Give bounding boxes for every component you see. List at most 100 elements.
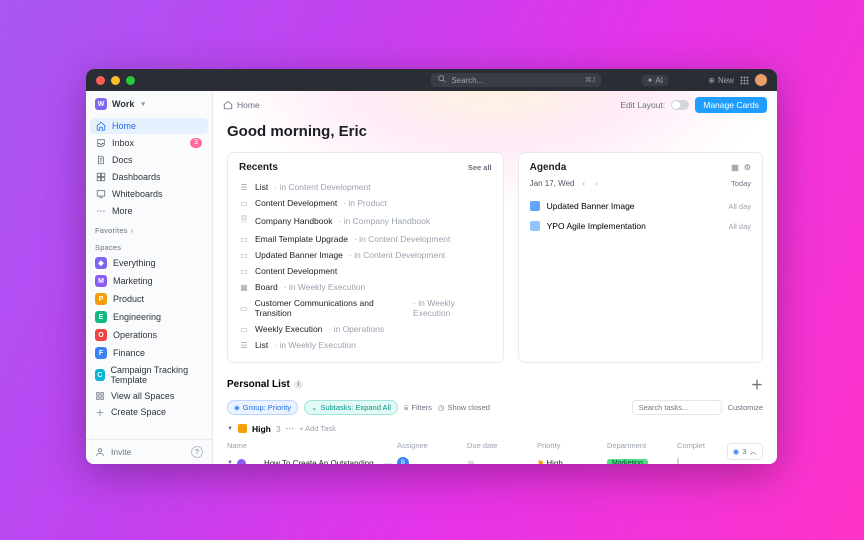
create-space[interactable]: ＋ Create Space <box>86 404 212 420</box>
window-minimize-button[interactable] <box>111 76 120 85</box>
agenda-prev-button[interactable]: ‹ <box>580 179 587 188</box>
everything-icon: ◆ <box>95 257 107 269</box>
complete-checkbox[interactable] <box>677 458 679 465</box>
workspace-name: Work <box>112 99 134 109</box>
recent-item[interactable]: ▭ Weekly Execution · in Operations <box>239 321 492 337</box>
recent-item[interactable]: 🗎 Company Handbook · in Company Handbook <box>239 211 492 231</box>
recent-item[interactable]: ▭ Customer Communications and Transition… <box>239 295 492 321</box>
recent-item[interactable]: ▭ Email Template Upgrade · in Content De… <box>239 231 492 247</box>
table-row[interactable]: ▼ ⌄ How To Create An Outstanding... ⋯ B … <box>227 454 763 464</box>
group-menu-icon[interactable]: ⋯ <box>286 423 295 434</box>
agenda-item[interactable]: YPO Agile Implementation All day <box>530 216 751 236</box>
invite-button[interactable]: Invite <box>111 447 131 457</box>
agenda-item-name: Updated Banner Image <box>547 201 635 211</box>
sidebar-item-whiteboards[interactable]: Whiteboards <box>90 186 208 202</box>
task-icon: ▭ <box>239 251 249 260</box>
recent-item[interactable]: ☰ List · in Content Development <box>239 179 492 195</box>
add-task-button[interactable]: + Add Task <box>299 424 336 433</box>
sidebar-item-dashboards[interactable]: Dashboards <box>90 169 208 185</box>
apps-grid-icon[interactable] <box>740 76 749 85</box>
clock-icon: ◷ <box>438 403 445 412</box>
manage-cards-button[interactable]: Manage Cards <box>695 97 767 113</box>
filters-button[interactable]: ⩸Filters <box>404 403 432 413</box>
recent-item[interactable]: ▭ Content Development · in Product <box>239 195 492 211</box>
breadcrumb[interactable]: Home <box>223 100 260 110</box>
window-maximize-button[interactable] <box>126 76 135 85</box>
recent-item[interactable]: ☰ List · in Weekly Execution <box>239 337 492 353</box>
home-icon <box>96 121 106 131</box>
sidebar-space-item[interactable]: MMarketing <box>86 272 212 290</box>
inbox-icon <box>96 138 106 148</box>
task-count-pill[interactable]: ◉ 3 ︿ <box>727 443 763 460</box>
customize-button[interactable]: Customize <box>728 403 763 412</box>
tasks-search-input[interactable] <box>632 400 722 415</box>
group-chip[interactable]: ◈ Group: Priority <box>227 400 298 415</box>
recent-item-name: Customer Communications and Transition <box>255 298 407 318</box>
global-search-input[interactable]: Search... ⌘J <box>431 73 601 87</box>
subtasks-chip[interactable]: ⌄ Subtasks: Expand All <box>304 400 398 415</box>
recent-item-name: Email Template Upgrade <box>255 234 348 244</box>
priority-group-header[interactable]: ▼ High 3 ⋯ + Add Task <box>227 423 763 434</box>
recent-item-location: · in Operations <box>328 324 384 334</box>
today-button[interactable]: Today <box>731 179 751 188</box>
space-icon: F <box>95 347 107 359</box>
favorites-section-label[interactable]: Favorites › <box>86 220 212 237</box>
space-label: Product <box>113 294 144 304</box>
window-close-button[interactable] <box>96 76 105 85</box>
sidebar-space-item[interactable]: OOperations <box>86 326 212 344</box>
see-all-link[interactable]: See all <box>468 163 492 172</box>
recent-item[interactable]: ▭ Content Development <box>239 263 492 279</box>
sidebar-item-home[interactable]: Home <box>90 118 208 134</box>
show-closed-button[interactable]: ◷Show closed <box>438 403 490 412</box>
whiteboards-icon <box>96 189 106 199</box>
task-status-icon[interactable] <box>237 459 246 465</box>
gear-icon[interactable]: ⚙ <box>744 163 751 172</box>
sidebar-item-inbox[interactable]: Inbox 3 <box>90 135 208 151</box>
inbox-badge: 3 <box>190 138 202 148</box>
col-department: Department <box>607 441 677 450</box>
task-menu-icon[interactable]: ⋯ <box>384 459 392 465</box>
main-content: Home Edit Layout: Manage Cards Good morn… <box>213 91 777 464</box>
calendar-icon[interactable]: ▦ <box>467 459 475 465</box>
sidebar-space-item[interactable]: ◆ Everything <box>86 254 212 272</box>
user-avatar[interactable] <box>755 74 767 86</box>
sidebar-space-item[interactable]: PProduct <box>86 290 212 308</box>
recent-item-location: · in Content Development <box>274 182 370 192</box>
sidebar-item-docs[interactable]: Docs <box>90 152 208 168</box>
assignee-avatar[interactable]: B <box>397 457 409 464</box>
help-icon[interactable]: ? <box>191 446 203 458</box>
info-icon[interactable]: i <box>294 380 303 389</box>
task-icon: ▭ <box>239 304 249 313</box>
ai-button[interactable]: ✦ AI <box>642 75 668 86</box>
agenda-color-icon <box>530 221 540 231</box>
add-card-button[interactable]: ＋ <box>751 376 763 393</box>
agenda-next-button[interactable]: › <box>593 179 600 188</box>
sidebar-space-item[interactable]: FFinance <box>86 344 212 362</box>
app-window: Search... ⌘J ✦ AI ⊕ New W Work ▾ Home In… <box>86 69 777 464</box>
new-button[interactable]: ⊕ New <box>708 76 734 85</box>
calendar-icon[interactable]: ▦ <box>731 163 739 172</box>
chevron-down-icon: ▼ <box>227 426 233 432</box>
sidebar-space-item[interactable]: EEngineering <box>86 308 212 326</box>
sidebar-item-more[interactable]: More <box>90 203 208 219</box>
col-complete: Complet <box>677 441 727 450</box>
space-label: Engineering <box>113 312 161 322</box>
workspace-switcher[interactable]: W Work ▾ <box>86 91 212 117</box>
chevron-down-icon[interactable]: ▼ <box>227 460 233 464</box>
space-icon: M <box>95 275 107 287</box>
search-icon <box>437 74 447 86</box>
titlebar: Search... ⌘J ✦ AI ⊕ New <box>86 69 777 91</box>
recent-item[interactable]: ▦ Board · in Weekly Execution <box>239 279 492 295</box>
space-label: Everything <box>113 258 156 268</box>
priority-high-flag-icon <box>238 424 247 433</box>
recent-item[interactable]: ▭ Updated Banner Image · in Content Deve… <box>239 247 492 263</box>
personal-list-title: Personal List <box>227 379 290 390</box>
sidebar-space-item[interactable]: CCampaign Tracking Template <box>86 362 212 388</box>
department-tag[interactable]: Marketing <box>607 459 648 464</box>
agenda-item[interactable]: Updated Banner Image All day <box>530 196 751 216</box>
list-icon: ☰ <box>239 341 249 350</box>
agenda-color-icon <box>530 201 540 211</box>
edit-layout-toggle[interactable] <box>671 100 689 110</box>
view-all-spaces[interactable]: View all Spaces <box>86 388 212 404</box>
col-duedate: Due date <box>467 441 537 450</box>
